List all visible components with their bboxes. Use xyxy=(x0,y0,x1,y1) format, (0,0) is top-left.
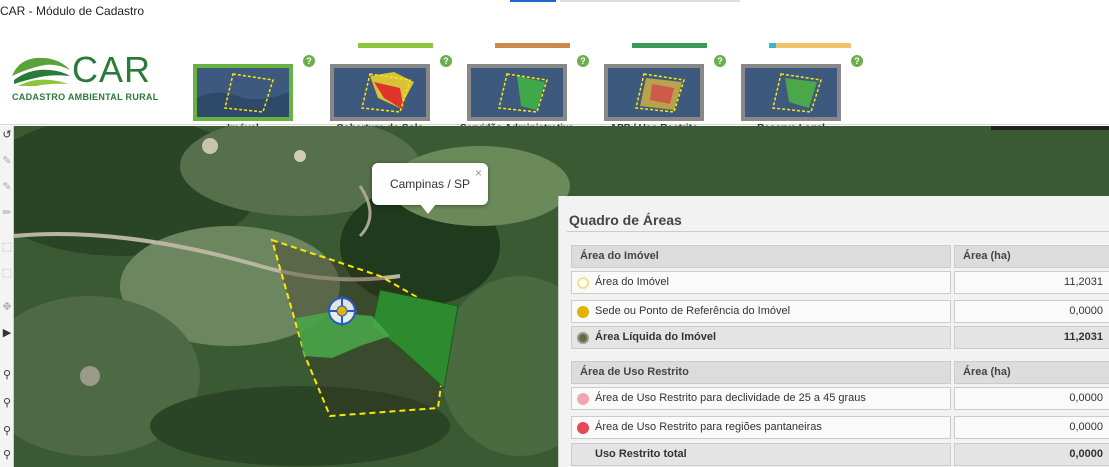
header: CAR CADASTRO AMBIENTAL RURAL Imóvel ? xyxy=(0,22,1109,134)
step-extra-bar xyxy=(776,43,851,48)
imovel-thumb-icon xyxy=(197,68,289,117)
titlebar-accent xyxy=(510,0,556,2)
reserva-thumb-icon xyxy=(745,68,837,117)
draw-icon[interactable]: ⬚ xyxy=(1,240,13,254)
table-row: Área Líquida do Imóvel 11,2031 xyxy=(571,326,1109,349)
draw-icon[interactable]: ✏ xyxy=(1,206,13,220)
panel-divider xyxy=(567,231,1109,232)
help-icon[interactable]: ? xyxy=(851,55,863,67)
panel-title: Quadro de Áreas xyxy=(569,212,682,228)
step-servidao-bar xyxy=(495,43,570,48)
row-value: 11,2031 xyxy=(954,271,1109,294)
table-row: Área de Uso Restrito para regiões pantan… xyxy=(571,416,1109,439)
servidao-thumb-icon xyxy=(471,68,563,117)
location-marker-icon[interactable] xyxy=(327,296,357,326)
row-label-text: Sede ou Ponto de Referência do Imóvel xyxy=(595,305,791,317)
zoom-in-icon[interactable]: ⚲ xyxy=(1,368,13,382)
row-label: Área Líquida do Imóvel xyxy=(571,326,951,349)
restrito-header: Área de Uso Restrito xyxy=(571,361,951,384)
car-app-window: CAR - Módulo de Cadastro CAR CADASTRO AM… xyxy=(0,0,1109,467)
restrito-total-label: Uso Restrito total xyxy=(571,443,951,466)
map-toolbar: ↺ ✎ ✎ ✏ ⬚ ⬚ ✥ ▶ ⚲ ⚲ ⚲ ⚲ xyxy=(0,126,14,467)
step-imovel-thumbnail[interactable] xyxy=(193,64,293,121)
imovel-header-row: Área do Imóvel Área (ha) xyxy=(571,245,1109,268)
row-label-text: Área de Uso Restrito para regiões pantan… xyxy=(595,421,822,433)
point-icon[interactable]: ⬚ xyxy=(1,266,13,280)
row-label-text: Área Líquida do Imóvel xyxy=(595,331,717,343)
row-value: 0,0000 xyxy=(954,387,1109,410)
map-scale-bar xyxy=(991,126,1109,130)
restrito-header-value: Área (ha) xyxy=(954,361,1109,384)
zoom-out-icon[interactable]: ⚲ xyxy=(1,396,13,410)
point-icon[interactable]: ✥ xyxy=(1,300,13,314)
car-logo: CAR CADASTRO AMBIENTAL RURAL xyxy=(10,50,160,106)
location-popup: Campinas / SP × xyxy=(372,163,488,214)
car-logo-icon xyxy=(12,57,70,86)
quadro-de-areas-panel: Quadro de Áreas Área do Imóvel Área (ha)… xyxy=(558,196,1109,467)
table-row: Sede ou Ponto de Referência do Imóvel 0,… xyxy=(571,300,1109,323)
row-label: Área do Imóvel xyxy=(571,271,951,294)
row-label: Sede ou Ponto de Referência do Imóvel xyxy=(571,300,951,323)
zoom-icon[interactable]: ⚲ xyxy=(1,424,13,438)
row-label-text: Área do Imóvel xyxy=(595,276,669,288)
select-icon[interactable]: ▶ xyxy=(1,326,13,340)
step-servidao-thumbnail[interactable] xyxy=(467,64,567,121)
restrito-header-row: Área de Uso Restrito Área (ha) xyxy=(571,361,1109,384)
close-icon[interactable]: × xyxy=(475,166,482,180)
logo-text: CAR xyxy=(72,49,152,90)
step-cobertura-bar xyxy=(358,43,433,48)
row-value: 11,2031 xyxy=(954,326,1109,349)
window-title: CAR - Módulo de Cadastro xyxy=(0,4,145,18)
row-value: 0,0000 xyxy=(954,416,1109,439)
title-bar: CAR - Módulo de Cadastro xyxy=(0,0,1109,22)
help-icon[interactable]: ? xyxy=(303,55,315,67)
imovel-header: Área do Imóvel xyxy=(571,245,951,268)
popup-tail xyxy=(420,204,436,214)
step-app-thumbnail[interactable] xyxy=(604,64,704,121)
app-thumb-icon xyxy=(608,68,700,117)
imovel-header-value: Área (ha) xyxy=(954,245,1109,268)
step-app-bar xyxy=(632,43,707,48)
cobertura-thumb-icon xyxy=(334,68,426,117)
help-icon[interactable]: ? xyxy=(714,55,726,67)
row-label-text: Área de Uso Restrito para declividade de… xyxy=(595,392,866,404)
row-label: Área de Uso Restrito para declividade de… xyxy=(571,387,951,410)
area-imovel-icon xyxy=(577,277,589,289)
edit-icon[interactable]: ✎ xyxy=(1,180,13,194)
table-row: Área de Uso Restrito para declividade de… xyxy=(571,387,1109,410)
area-liquida-icon xyxy=(577,332,589,344)
zoom-icon[interactable]: ⚲ xyxy=(1,448,13,462)
help-icon[interactable]: ? xyxy=(440,55,452,67)
row-value: 0,0000 xyxy=(954,300,1109,323)
help-icon[interactable]: ? xyxy=(577,55,589,67)
sede-point-icon xyxy=(577,306,589,318)
logo-subtitle: CADASTRO AMBIENTAL RURAL xyxy=(12,92,159,102)
restrito-total-value: 0,0000 xyxy=(954,443,1109,466)
table-row: Área do Imóvel 11,2031 xyxy=(571,271,1109,294)
restrito-total-row: Uso Restrito total 0,0000 xyxy=(571,443,1109,466)
step-reserva-thumbnail[interactable] xyxy=(741,64,841,121)
popup-location-text: Campinas / SP xyxy=(389,177,471,191)
undo-icon[interactable]: ↺ xyxy=(1,128,13,142)
declividade-icon xyxy=(577,393,589,405)
pantaneiras-icon xyxy=(577,422,589,434)
satellite-map[interactable]: ↺ ✎ ✎ ✏ ⬚ ⬚ ✥ ▶ ⚲ ⚲ ⚲ ⚲ Campinas / SP × … xyxy=(0,126,1109,467)
titlebar-accent-grey xyxy=(560,0,740,2)
pencil-icon[interactable]: ✎ xyxy=(1,154,13,168)
step-cobertura-thumbnail[interactable] xyxy=(330,64,430,121)
row-label: Área de Uso Restrito para regiões pantan… xyxy=(571,416,951,439)
